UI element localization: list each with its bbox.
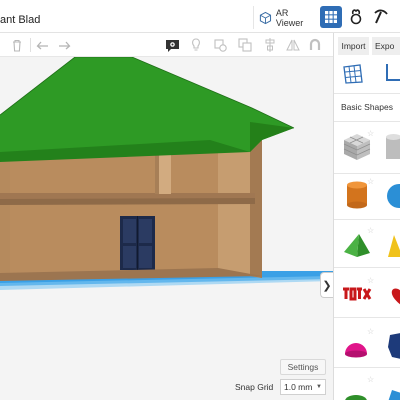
favorite-star-icon[interactable]: ☆ [367, 375, 374, 384]
snap-grid-label: Snap Grid [235, 382, 274, 392]
ar-viewer-label: AR Viewer [275, 7, 304, 28]
roof-shape[interactable] [386, 233, 400, 261]
shape-outline-icon[interactable] [212, 37, 228, 53]
design-title[interactable]: ant Blad [0, 14, 40, 26]
magnet-icon[interactable] [307, 37, 323, 53]
mirror-icon[interactable] [285, 37, 301, 53]
notes-icon[interactable] [164, 37, 180, 53]
favorite-star-icon[interactable]: ☆ [367, 177, 374, 186]
panel-collapse-button[interactable]: ❯ [320, 272, 333, 298]
pickaxe-icon [374, 9, 388, 24]
ar-viewer-button[interactable]: AR Viewer [253, 6, 315, 29]
snap-grid-select[interactable]: 1.0 mm ▼ [280, 379, 326, 395]
favorite-star-icon[interactable]: ☆ [367, 276, 374, 285]
shapes-panel: Import Expo Basic Shapes ☆ ☆ ☆ ☆ ☆ ☆ [333, 33, 400, 400]
tinkercad-editor: ant Blad AR Viewer ❯ Settings Snap Grid … [0, 0, 400, 400]
heart-shape[interactable] [387, 285, 400, 313]
cylinder-hole-shape[interactable] [386, 133, 400, 161]
trash-icon[interactable] [9, 37, 25, 53]
pyramid-shape[interactable] [343, 232, 371, 260]
edit-toolbar [0, 33, 333, 57]
3d-design-view-button[interactable] [320, 6, 342, 28]
light-bulb-icon[interactable] [188, 37, 204, 53]
workplane-viewport[interactable]: ❯ [0, 57, 333, 400]
favorite-star-icon[interactable]: ☆ [367, 327, 374, 336]
ruler-icon[interactable] [385, 63, 400, 85]
snap-grid-value: 1.0 mm [284, 382, 313, 392]
text-shape[interactable] [342, 285, 372, 303]
half-sphere-shape[interactable] [343, 338, 371, 366]
bricks-view-button[interactable] [370, 6, 392, 28]
user-avatar-partial[interactable] [395, 6, 400, 28]
top-bar: ant Blad AR Viewer [0, 0, 400, 33]
group-icon[interactable] [237, 37, 253, 53]
partial-shape-1[interactable] [343, 389, 371, 400]
ar-cube-icon [259, 11, 272, 24]
shape-library-dropdown[interactable]: Basic Shapes [341, 102, 393, 112]
favorite-star-icon[interactable]: ☆ [367, 226, 374, 235]
grid-icon [325, 11, 337, 23]
chevron-down-icon: ▼ [316, 384, 322, 390]
blocks-view-button[interactable] [345, 6, 367, 28]
align-icon[interactable] [262, 37, 278, 53]
favorite-star-icon[interactable]: ☆ [367, 129, 374, 138]
workplane-icon[interactable] [342, 63, 364, 85]
house-model[interactable] [0, 57, 333, 400]
redo-icon[interactable] [56, 37, 72, 53]
sphere-shape[interactable] [386, 183, 400, 211]
polygon-shape[interactable] [386, 331, 400, 359]
settings-button[interactable]: Settings [280, 359, 326, 375]
partial-shape-2[interactable] [386, 389, 400, 400]
export-button[interactable]: Expo [372, 37, 400, 55]
import-button[interactable]: Import [338, 37, 369, 55]
codeblocks-icon [350, 9, 362, 25]
undo-icon[interactable] [34, 37, 50, 53]
